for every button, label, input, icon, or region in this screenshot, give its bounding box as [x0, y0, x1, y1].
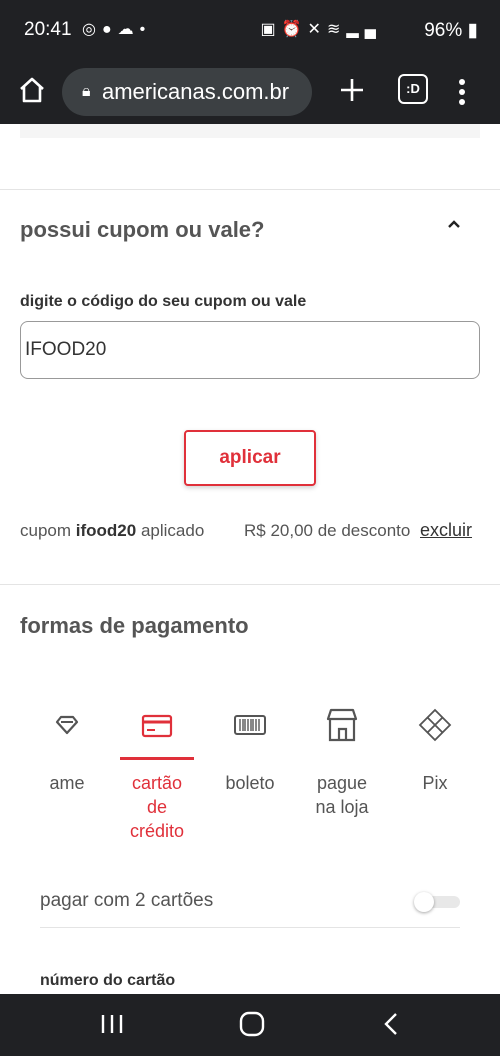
cloud-icon: ☁ [117, 21, 140, 38]
coupon-code-input[interactable] [20, 321, 480, 379]
barcode-icon [234, 715, 266, 735]
dot-icon: • [139, 21, 152, 38]
url-bar[interactable]: 🔒︎ americanas.com.br [62, 68, 312, 116]
payment-method-ame[interactable]: ame [27, 705, 107, 795]
method-label: ame [49, 773, 85, 793]
two-cards-toggle[interactable] [414, 892, 460, 912]
system-navigation-bar [0, 994, 500, 1056]
active-method-indicator [120, 757, 194, 760]
whatsapp-icon: ◎ [82, 21, 102, 38]
tab-switcher-button[interactable]: :D [398, 74, 428, 104]
credit-card-icon [141, 714, 173, 738]
ame-icon [55, 715, 79, 735]
more-options-icon[interactable] [452, 72, 472, 112]
store-icon [326, 708, 358, 742]
notification-icons: ◎●☁• [82, 19, 151, 39]
recent-apps-icon[interactable] [94, 1008, 130, 1040]
payment-method-pix[interactable]: Pix [395, 705, 475, 795]
apply-coupon-button[interactable]: aplicar [184, 430, 316, 486]
applied-suffix: aplicado [140, 521, 205, 540]
battery-percent: 96% [424, 20, 463, 41]
section-divider [0, 584, 500, 585]
system-icons: ▣⏰✕≋▂▄ [261, 19, 383, 39]
status-time: 20:41 [24, 19, 72, 40]
applied-code: ifood20 [75, 521, 137, 540]
new-tab-icon[interactable] [338, 70, 366, 110]
status-bar: 20:41 ◎●☁• ▣⏰✕≋▂▄ 96% ▮ [0, 0, 500, 60]
row-divider [40, 927, 460, 928]
payment-method-credit-card[interactable]: cartão de crédito [117, 705, 197, 843]
section-divider [0, 189, 500, 190]
two-cards-label: pagar com 2 cartões [40, 890, 214, 911]
coupon-applied-text: cupom ifood20 aplicado [20, 521, 204, 541]
back-icon[interactable] [374, 1008, 410, 1040]
payment-method-boleto[interactable]: boleto [210, 705, 290, 795]
reddit-icon: ● [101, 21, 118, 38]
home-icon[interactable] [16, 74, 48, 106]
browser-toolbar: 🔒︎ americanas.com.br :D [0, 60, 500, 124]
discount-text: R$ 20,00 de desconto [244, 521, 411, 540]
battery-saver-icon: ▣ [260, 21, 282, 38]
url-text: americanas.com.br [102, 79, 290, 104]
payment-section-title: formas de pagamento [20, 613, 249, 638]
alarm-icon: ⏰ [281, 21, 308, 38]
battery-level: 96% ▮ [424, 20, 478, 41]
coupon-section-title[interactable]: possui cupom ou vale? [20, 217, 264, 243]
toggle-knob [414, 892, 434, 912]
previous-section-bottom [20, 124, 480, 138]
signal-icon: ▂▄ [346, 21, 382, 38]
method-label: cartão de crédito [129, 773, 185, 841]
mute-icon: ✕ [307, 21, 327, 38]
coupon-field-label: digite o código do seu cupom ou vale [20, 293, 307, 310]
remove-coupon-link[interactable]: excluir [420, 520, 472, 541]
applied-prefix: cupom [20, 521, 72, 540]
method-label: boleto [225, 773, 275, 793]
chevron-up-icon[interactable] [444, 214, 464, 234]
home-button-icon[interactable] [234, 1008, 270, 1040]
card-number-label: número do cartão [40, 972, 176, 989]
lock-icon: 🔒︎ [82, 83, 91, 100]
pix-icon [418, 708, 452, 742]
method-label: Pix [422, 773, 448, 793]
method-label: pague na loja [315, 773, 369, 817]
wifi-icon: ≋ [326, 21, 347, 38]
payment-method-store[interactable]: pague na loja [302, 705, 382, 819]
